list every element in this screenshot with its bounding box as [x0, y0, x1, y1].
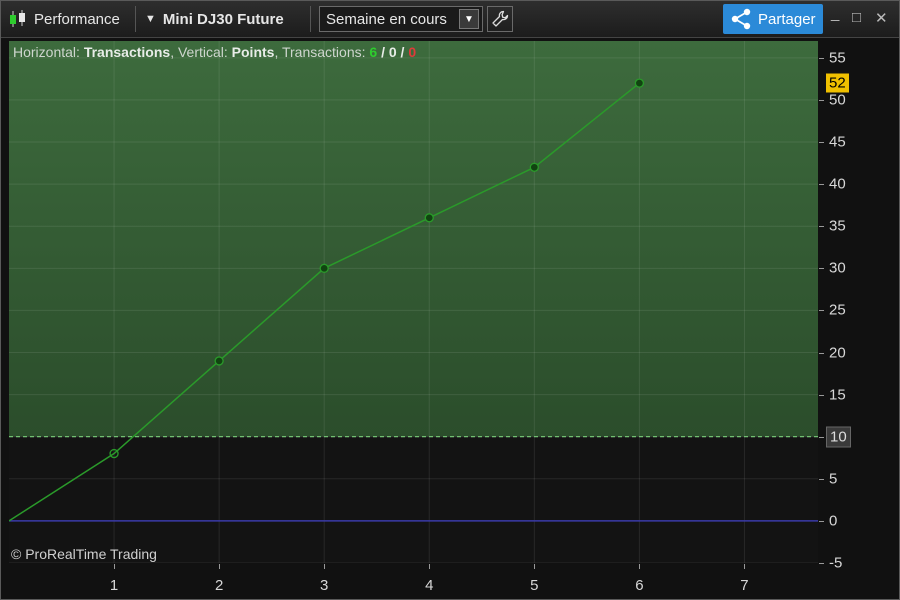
chart-header: Horizontal: Transactions, Vertical: Poin…	[13, 44, 417, 60]
y-tick-label: 25	[829, 301, 846, 319]
y-tick-label: 20	[829, 344, 846, 362]
y-tick-mark	[819, 394, 824, 396]
y-tick-mark	[819, 226, 824, 228]
toolbar-separator	[310, 6, 311, 32]
data-point	[424, 213, 434, 223]
performance-menu[interactable]: Performance	[7, 1, 120, 37]
y-tick-mark	[819, 478, 824, 480]
y-tick-label: 40	[829, 175, 846, 193]
slash-separator: /	[400, 44, 405, 60]
x-tick-mark	[114, 564, 116, 569]
y-tick-mark	[819, 142, 824, 144]
y-tick-label: 45	[829, 133, 846, 151]
y-tick-mark	[819, 184, 824, 186]
threshold-value-badge: 10	[826, 426, 851, 448]
x-tick-mark	[429, 564, 431, 569]
losing-count: 0	[408, 44, 417, 60]
y-tick-label: 5	[829, 470, 838, 488]
data-point	[214, 356, 224, 366]
vertical-value: Points	[231, 44, 275, 60]
title-bar: Performance ▼ Mini DJ30 Future Semaine e…	[1, 1, 899, 38]
y-tick-label: 50	[829, 91, 846, 109]
x-tick-label: 4	[425, 577, 434, 594]
y-tick-mark	[819, 352, 824, 354]
y-tick-label: 55	[829, 49, 846, 67]
data-point	[319, 263, 329, 273]
x-tick-mark	[744, 564, 746, 569]
vertical-label: Vertical:	[177, 44, 228, 60]
x-tick-label: 5	[530, 577, 539, 594]
y-tick-mark	[819, 520, 824, 522]
below-threshold-zone	[9, 436, 818, 563]
y-tick-mark	[819, 436, 824, 438]
y-tick-mark	[819, 57, 824, 59]
winning-count: 6	[369, 44, 378, 60]
y-tick-label: 0	[829, 512, 838, 530]
instrument-selector[interactable]: ▼ Mini DJ30 Future	[145, 1, 284, 37]
share-button[interactable]: Partager	[723, 4, 823, 34]
y-tick-label: -5	[829, 554, 843, 572]
neutral-count: 0	[388, 44, 397, 60]
x-tick-label: 3	[320, 577, 329, 594]
data-point	[634, 78, 645, 88]
share-icon	[731, 8, 751, 30]
maximize-button[interactable]: □	[852, 9, 861, 26]
share-label: Partager	[758, 10, 816, 28]
y-tick-label: 30	[829, 259, 846, 277]
horizontal-label: Horizontal:	[13, 44, 80, 60]
data-point	[529, 162, 539, 172]
x-tick-label: 7	[740, 577, 749, 594]
window-title: Performance	[34, 10, 120, 28]
x-tick-mark	[639, 564, 641, 569]
x-tick-mark	[534, 564, 536, 569]
minimize-button[interactable]: _	[831, 5, 839, 22]
x-tick-mark	[324, 564, 326, 569]
y-tick-mark	[819, 99, 824, 101]
transactions-label: Transactions:	[281, 44, 366, 60]
last-value-badge: 52	[826, 73, 849, 93]
period-dropdown[interactable]: Semaine en cours ▼	[319, 6, 483, 32]
period-value: Semaine en cours	[326, 10, 447, 28]
instrument-name: Mini DJ30 Future	[162, 10, 284, 28]
wrench-icon	[492, 10, 509, 27]
horizontal-value: Transactions	[83, 44, 171, 60]
performance-chart[interactable]	[9, 41, 818, 563]
close-button[interactable]: ✕	[875, 9, 888, 27]
toolbar-separator	[135, 6, 136, 32]
y-tick-label: 15	[829, 386, 846, 404]
copyright-text: © ProRealTime Trading	[11, 546, 157, 562]
dropdown-arrow-button[interactable]: ▼	[459, 9, 479, 29]
y-tick-mark	[819, 563, 824, 564]
x-tick-mark	[219, 564, 221, 569]
settings-button[interactable]	[487, 6, 513, 32]
x-tick-label: 6	[635, 577, 644, 594]
y-tick-mark	[819, 268, 824, 270]
y-tick-mark	[819, 310, 824, 312]
slash-separator: /	[381, 44, 385, 60]
performance-window: Performance ▼ Mini DJ30 Future Semaine e…	[0, 0, 900, 600]
x-tick-label: 1	[109, 577, 119, 594]
y-tick-label: 35	[829, 217, 846, 235]
chevron-down-icon: ▼	[464, 13, 474, 25]
caret-down-icon: ▼	[145, 13, 156, 25]
x-tick-label: 2	[214, 577, 224, 594]
candlestick-icon	[10, 10, 25, 27]
